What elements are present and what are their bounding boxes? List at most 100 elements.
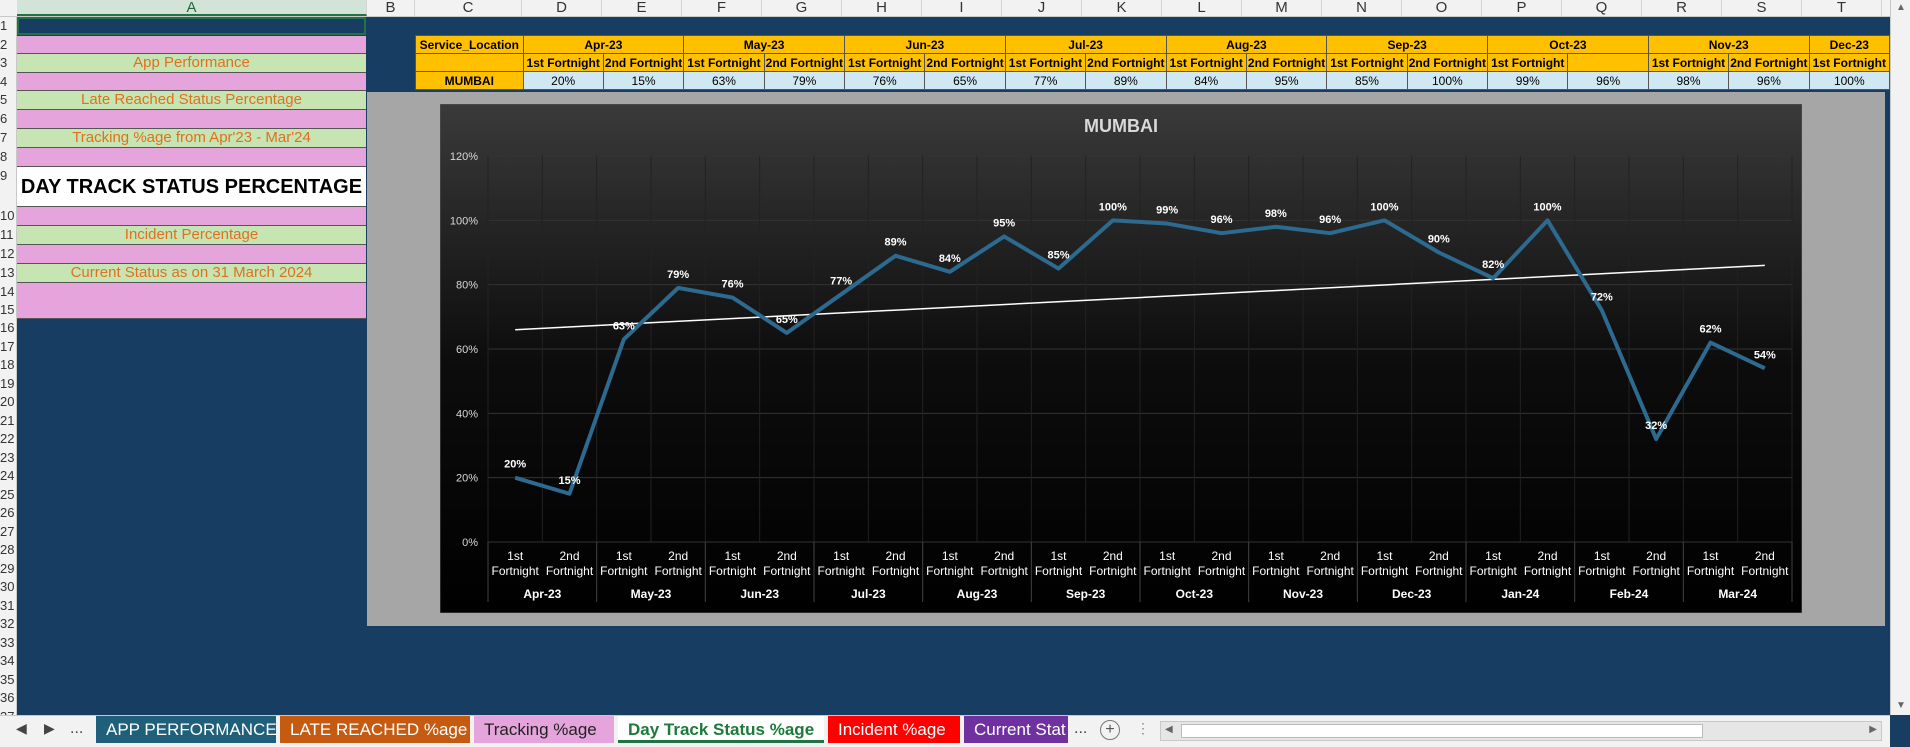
row-header[interactable]: 34	[0, 652, 16, 670]
row-header[interactable]: 36	[0, 689, 16, 707]
column-header-n[interactable]: N	[1322, 0, 1402, 16]
fortnight-header[interactable]: 2nd Fortnight	[602, 53, 685, 72]
table-cell[interactable]	[415, 53, 524, 72]
row-header[interactable]: 24	[0, 467, 16, 485]
row-header[interactable]: 27	[0, 523, 16, 541]
column-header-l[interactable]: L	[1162, 0, 1242, 16]
link-incident[interactable]: Incident Percentage	[17, 226, 366, 245]
column-header-p[interactable]: P	[1482, 0, 1562, 16]
more-sheets-right[interactable]: ...	[1074, 720, 1087, 738]
column-header-e[interactable]: E	[602, 0, 682, 16]
column-header-a[interactable]: A	[17, 0, 367, 16]
vertical-scrollbar[interactable]: ▲ ▼	[1890, 0, 1910, 715]
month-header[interactable]: Dec-23	[1808, 35, 1891, 54]
row-header[interactable]: 6	[0, 110, 16, 128]
row-header[interactable]: 26	[0, 504, 16, 522]
fortnight-header[interactable]	[1567, 53, 1649, 72]
value-cell[interactable]: 85%	[1326, 71, 1408, 90]
add-sheet-icon[interactable]: +	[1100, 720, 1120, 740]
column-header-c[interactable]: C	[415, 0, 522, 16]
value-cell[interactable]: 15%	[602, 71, 685, 90]
row-header[interactable]: 10	[0, 207, 16, 225]
scroll-down-icon[interactable]: ▼	[1896, 700, 1906, 711]
horizontal-scrollbar[interactable]: ◀ ▶	[1160, 721, 1882, 741]
value-cell[interactable]: 96%	[1567, 71, 1649, 90]
cell-a14[interactable]	[17, 283, 366, 319]
selected-cell-a1[interactable]	[17, 17, 366, 35]
column-header-h[interactable]: H	[842, 0, 922, 16]
cell-a6[interactable]	[17, 110, 366, 129]
horizontal-scroll-thumb[interactable]	[1181, 724, 1703, 738]
column-header-s[interactable]: S	[1722, 0, 1802, 16]
column-header-o[interactable]: O	[1402, 0, 1482, 16]
row-header[interactable]: 28	[0, 541, 16, 559]
cell-a8[interactable]	[17, 148, 366, 167]
value-cell[interactable]: 76%	[844, 71, 926, 90]
column-header-t[interactable]: T	[1802, 0, 1882, 16]
fortnight-header[interactable]: 1st Fortnight	[1487, 53, 1569, 72]
fortnight-header[interactable]: 2nd Fortnight	[1245, 53, 1328, 72]
scroll-up-icon[interactable]: ▲	[1896, 2, 1906, 13]
row-header[interactable]: 32	[0, 615, 16, 633]
value-cell[interactable]: 63%	[683, 71, 765, 90]
tab-incident[interactable]: Incident %age	[828, 716, 960, 743]
month-header[interactable]: May-23	[683, 35, 846, 54]
value-cell[interactable]: 96%	[1728, 71, 1810, 90]
row-header[interactable]: 21	[0, 412, 16, 430]
fortnight-header[interactable]: 1st Fortnight	[1647, 53, 1730, 72]
column-header-i[interactable]: I	[922, 0, 1002, 16]
column-header-d[interactable]: D	[522, 0, 602, 16]
row-header[interactable]: 1	[0, 17, 16, 35]
value-cell[interactable]: 79%	[763, 71, 846, 90]
column-header-r[interactable]: R	[1642, 0, 1722, 16]
link-current-status[interactable]: Current Status as on 31 March 2024	[17, 264, 366, 283]
month-header[interactable]: Aug-23	[1165, 35, 1328, 54]
link-late-reached[interactable]: Late Reached Status Percentage	[17, 91, 366, 110]
row-header[interactable]: 7	[0, 129, 16, 147]
row-header[interactable]: 18	[0, 356, 16, 374]
row-header[interactable]: 31	[0, 597, 16, 615]
column-header-f[interactable]: F	[682, 0, 762, 16]
value-cell[interactable]: 99%	[1487, 71, 1569, 90]
fortnight-header[interactable]: 1st Fortnight	[1165, 53, 1247, 72]
value-cell[interactable]: 95%	[1245, 71, 1328, 90]
tab-app-performance[interactable]: APP PERFORMANCE	[96, 716, 276, 743]
tab-tracking[interactable]: Tracking %age	[474, 716, 614, 743]
cell-a10[interactable]	[17, 207, 366, 226]
row-header[interactable]: 33	[0, 634, 16, 652]
line-chart[interactable]: 0% 20% 40% 60% 80% 100% 120% 20% 15% 63% 79% 76% 65%…	[440, 104, 1802, 613]
table-corner-header[interactable]: Service_Location	[415, 35, 524, 54]
month-header[interactable]: Jun-23	[844, 35, 1006, 54]
fortnight-header[interactable]: 1st Fortnight	[1326, 53, 1408, 72]
cell-a4[interactable]	[17, 73, 366, 91]
column-header-k[interactable]: K	[1082, 0, 1162, 16]
link-tracking[interactable]: Tracking %age from Apr'23 - Mar'24	[17, 129, 366, 148]
column-header-m[interactable]: M	[1242, 0, 1322, 16]
row-header[interactable]: 22	[0, 430, 16, 448]
row-header[interactable]: 14	[0, 283, 16, 301]
fortnight-header[interactable]: 1st Fortnight	[1808, 53, 1891, 72]
row-header[interactable]: 16	[0, 319, 16, 337]
cell-a12[interactable]	[17, 245, 366, 264]
row-header[interactable]: 5	[0, 91, 16, 109]
fortnight-header[interactable]: 1st Fortnight	[522, 53, 604, 72]
month-header[interactable]: Apr-23	[522, 35, 685, 54]
value-cell[interactable]: 100%	[1808, 71, 1891, 90]
row-header[interactable]: 30	[0, 578, 16, 596]
row-header[interactable]: 12	[0, 245, 16, 263]
link-app-performance[interactable]: App Performance	[17, 54, 366, 73]
fortnight-header[interactable]: 1st Fortnight	[683, 53, 765, 72]
value-cell[interactable]: 98%	[1647, 71, 1730, 90]
value-cell[interactable]: 89%	[1085, 71, 1167, 90]
column-header-b[interactable]: B	[367, 0, 415, 16]
month-header[interactable]: Oct-23	[1487, 35, 1649, 54]
value-cell[interactable]: 65%	[924, 71, 1006, 90]
row-header[interactable]: 19	[0, 375, 16, 393]
row-header[interactable]: 11	[0, 226, 16, 244]
row-header[interactable]: 35	[0, 671, 16, 689]
row-header[interactable]: 4	[0, 73, 16, 91]
column-header-j[interactable]: J	[1002, 0, 1082, 16]
fortnight-header[interactable]: 2nd Fortnight	[1085, 53, 1167, 72]
row-header[interactable]: 13	[0, 264, 16, 282]
next-sheet-icon[interactable]: ▶	[44, 720, 55, 737]
